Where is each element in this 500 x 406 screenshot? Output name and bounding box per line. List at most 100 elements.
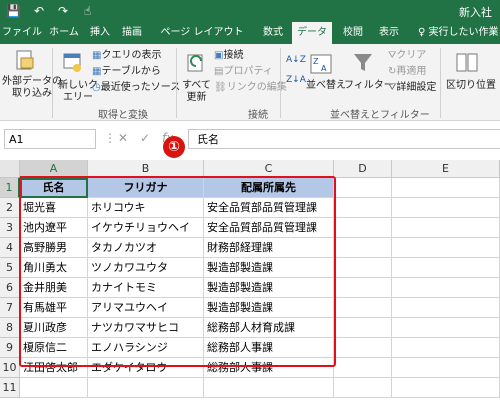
tell-me-box[interactable]: ♀ 実行したい作業 <box>418 22 499 44</box>
table-cell[interactable]: カナイトモミ <box>88 278 204 298</box>
refresh-all-button[interactable]: すべて 更新 <box>182 80 211 104</box>
from-table-button[interactable]: ▦テーブルから <box>92 66 161 78</box>
empty-cell[interactable] <box>334 338 392 358</box>
tab-draw[interactable]: 描画 <box>118 22 146 44</box>
redo-icon[interactable]: ↷ <box>58 3 68 19</box>
reapply-button[interactable]: ↻再適用 <box>388 66 426 78</box>
empty-cell[interactable] <box>392 238 500 258</box>
row-header[interactable]: 3 <box>0 218 20 238</box>
table-cell[interactable]: タカノカツオ <box>88 238 204 258</box>
tab-review[interactable]: 校閲 <box>338 22 368 44</box>
empty-cell[interactable] <box>392 278 500 298</box>
get-external-data-button[interactable]: 外部データの 取り込み <box>2 76 62 100</box>
name-box[interactable]: A1 <box>4 129 96 149</box>
undo-icon[interactable]: ↶ <box>34 3 44 19</box>
column-header-e[interactable]: E <box>392 160 500 178</box>
empty-cell[interactable] <box>392 298 500 318</box>
tab-page-layout[interactable]: ページ レイアウト <box>150 22 254 44</box>
empty-cell[interactable] <box>392 178 500 198</box>
empty-cell[interactable] <box>334 238 392 258</box>
table-cell[interactable]: 製造部製造課 <box>204 298 334 318</box>
tab-view[interactable]: 表示 <box>374 22 404 44</box>
save-icon[interactable]: 💾 <box>6 3 21 19</box>
tab-formulas[interactable]: 数式 <box>258 22 288 44</box>
column-header-c[interactable]: C <box>204 160 334 178</box>
table-cell[interactable]: 高野勝男 <box>20 238 88 258</box>
empty-cell[interactable] <box>392 198 500 218</box>
table-cell[interactable]: 製造部製造課 <box>204 258 334 278</box>
text-to-columns-button[interactable]: 区切り位置 <box>446 80 496 92</box>
filter-button[interactable]: フィルター <box>344 80 394 92</box>
table-cell[interactable]: 江田啓太郎 <box>20 358 88 378</box>
table-cell[interactable]: 堀光喜 <box>20 198 88 218</box>
empty-cell[interactable] <box>20 378 88 398</box>
edit-links-button[interactable]: ⛓リンクの編集 <box>214 82 287 94</box>
row-header[interactable]: 8 <box>0 318 20 338</box>
empty-cell[interactable] <box>392 318 500 338</box>
empty-cell[interactable] <box>334 218 392 238</box>
table-cell[interactable]: ナツカワマサヒコ <box>88 318 204 338</box>
table-cell[interactable]: 池内遼平 <box>20 218 88 238</box>
empty-cell[interactable] <box>392 358 500 378</box>
show-queries-button[interactable]: ▦クエリの表示 <box>92 50 161 62</box>
column-header-a[interactable]: A <box>20 160 88 178</box>
row-header[interactable]: 4 <box>0 238 20 258</box>
table-cell[interactable]: 総務部人材育成課 <box>204 318 334 338</box>
table-cell[interactable]: エダケイタロウ <box>88 358 204 378</box>
empty-cell[interactable] <box>334 298 392 318</box>
table-cell[interactable]: 角川勇太 <box>20 258 88 278</box>
column-header-d[interactable]: D <box>334 160 392 178</box>
table-cell[interactable]: 有馬雄平 <box>20 298 88 318</box>
advanced-filter-button[interactable]: ⛛詳細設定 <box>388 82 436 94</box>
empty-cell[interactable] <box>334 178 392 198</box>
empty-cell[interactable] <box>392 338 500 358</box>
table-cell[interactable]: エノハラシンジ <box>88 338 204 358</box>
clear-button[interactable]: ⛛クリア <box>388 50 426 62</box>
touch-mode-icon[interactable]: ☝ <box>84 3 91 19</box>
empty-cell[interactable] <box>204 378 334 398</box>
table-header-cell[interactable]: フリガナ <box>88 178 204 198</box>
properties-button[interactable]: ▤プロパティ <box>214 66 273 78</box>
sort-ascending-button[interactable]: A↓Z <box>286 54 306 66</box>
sort-descending-button[interactable]: Z↓A <box>286 74 306 86</box>
table-cell[interactable]: 財務部経理課 <box>204 238 334 258</box>
enter-icon[interactable]: ✓ <box>140 131 150 145</box>
table-cell[interactable]: 安全品質部品質管理課 <box>204 198 334 218</box>
table-cell[interactable]: 榎原信二 <box>20 338 88 358</box>
row-header[interactable]: 11 <box>0 378 20 398</box>
empty-cell[interactable] <box>334 198 392 218</box>
empty-cell[interactable] <box>392 378 500 398</box>
row-header[interactable]: 1 <box>0 178 20 198</box>
table-cell[interactable]: 金井朋美 <box>20 278 88 298</box>
row-header[interactable]: 10 <box>0 358 20 378</box>
empty-cell[interactable] <box>334 358 392 378</box>
table-header-cell[interactable]: 氏名 <box>20 178 88 198</box>
table-cell[interactable]: 安全品質部品質管理課 <box>204 218 334 238</box>
empty-cell[interactable] <box>334 318 392 338</box>
connections-button[interactable]: ▣接続 <box>214 50 243 62</box>
row-header[interactable]: 9 <box>0 338 20 358</box>
table-header-cell[interactable]: 配属所属先 <box>204 178 334 198</box>
tab-file[interactable]: ファイル <box>2 22 42 44</box>
column-header-b[interactable]: B <box>88 160 204 178</box>
tab-home[interactable]: ホーム <box>46 22 82 44</box>
table-cell[interactable]: ホリコウキ <box>88 198 204 218</box>
row-header[interactable]: 7 <box>0 298 20 318</box>
empty-cell[interactable] <box>334 258 392 278</box>
table-cell[interactable]: アリマユウヘイ <box>88 298 204 318</box>
recent-sources-button[interactable]: ◷最近使ったソース <box>92 82 180 94</box>
row-header[interactable]: 2 <box>0 198 20 218</box>
formula-input[interactable]: 氏名 <box>188 129 500 149</box>
table-cell[interactable]: イケウチリョウヘイ <box>88 218 204 238</box>
row-header[interactable]: 6 <box>0 278 20 298</box>
empty-cell[interactable] <box>334 378 392 398</box>
table-cell[interactable]: 製造部製造課 <box>204 278 334 298</box>
empty-cell[interactable] <box>88 378 204 398</box>
empty-cell[interactable] <box>392 258 500 278</box>
empty-cell[interactable] <box>334 278 392 298</box>
row-header[interactable]: 5 <box>0 258 20 278</box>
select-all-corner[interactable] <box>0 160 20 178</box>
table-cell[interactable]: 総務部人事課 <box>204 358 334 378</box>
empty-cell[interactable] <box>392 218 500 238</box>
table-cell[interactable]: 総務部人事課 <box>204 338 334 358</box>
